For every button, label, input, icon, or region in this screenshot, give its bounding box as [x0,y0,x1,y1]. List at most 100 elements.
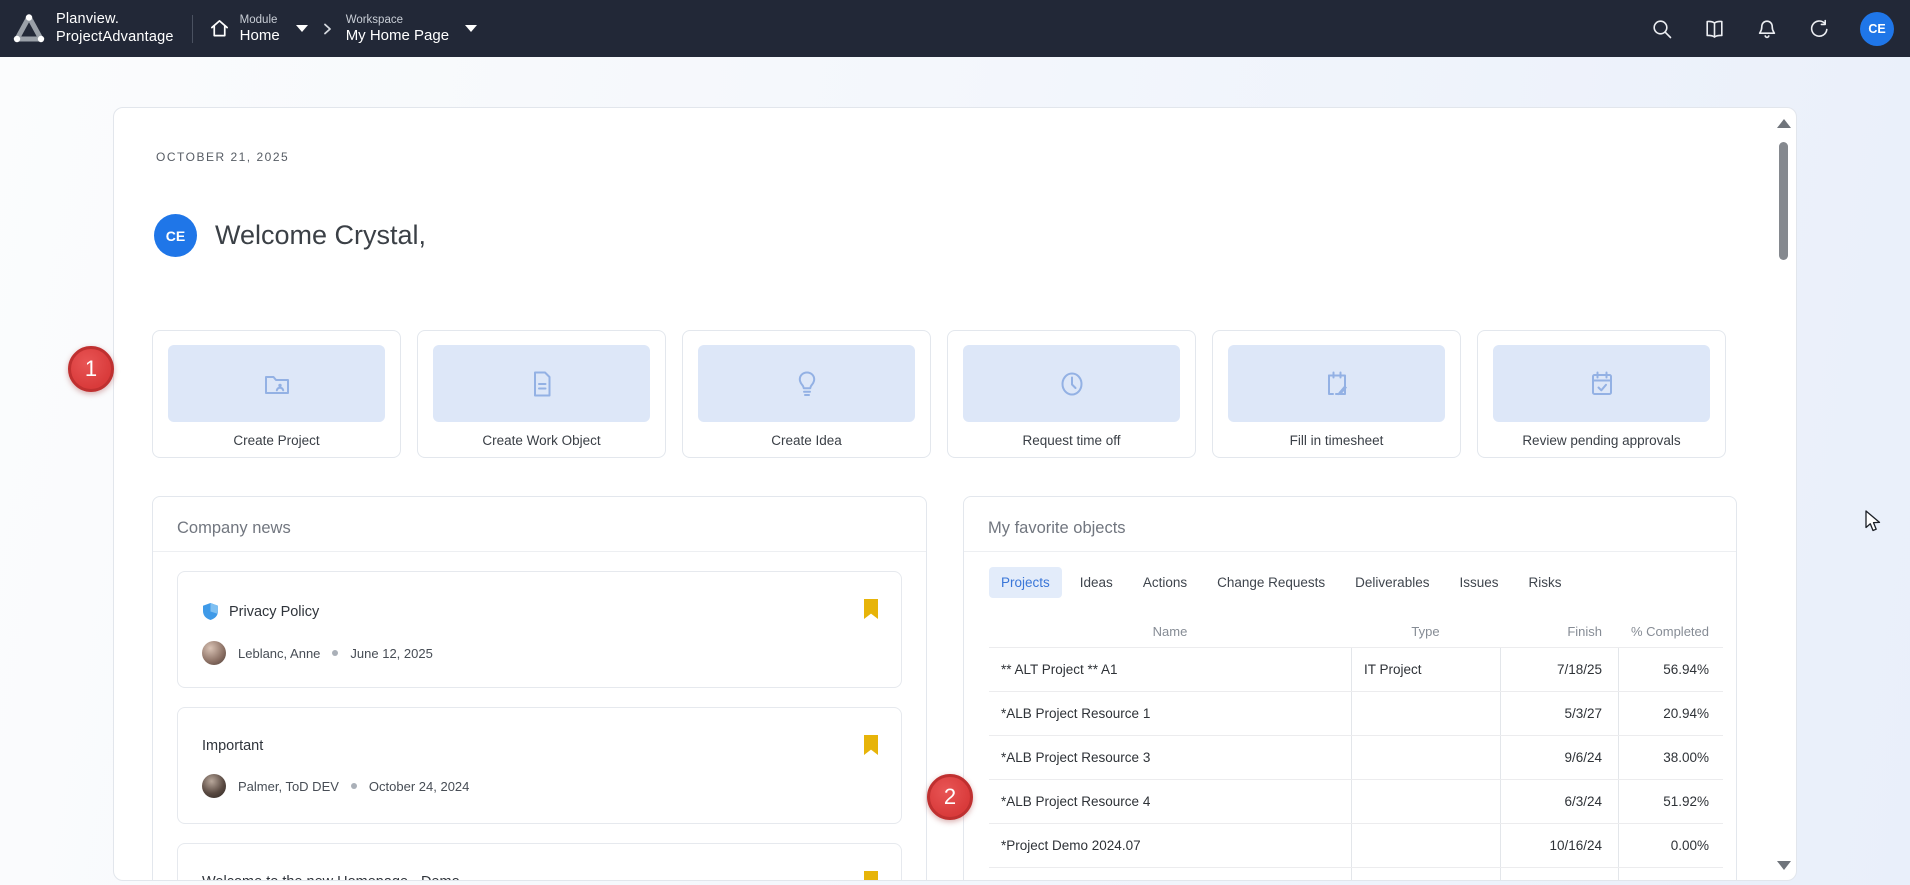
tab-issues[interactable]: Issues [1447,567,1510,598]
author-avatar [202,774,226,798]
create-idea-card[interactable]: Create Idea [682,330,931,458]
create-work-object-card[interactable]: Create Work Object [417,330,666,458]
create-project-card[interactable]: Create Project [152,330,401,458]
cell-name[interactable]: *Project Demo 2024.07 [989,824,1351,867]
bookmark-icon[interactable] [863,598,879,620]
favorite-objects-title: My favorite objects [964,497,1736,552]
scroll-down-arrow-icon[interactable] [1777,861,1791,870]
news-item[interactable]: Welcome to the new Homepage - Demo [177,843,902,881]
navbar-divider [192,15,193,43]
cell-completed: 56.94% [1618,648,1725,691]
brand-logo[interactable]: Planview. ProjectAdvantage [0,11,174,46]
tab-actions[interactable]: Actions [1131,567,1199,598]
column-header-type[interactable]: Type [1351,615,1500,647]
favorite-objects-card: My favorite objects Projects Ideas Actio… [963,496,1737,881]
request-time-off-card[interactable]: Request time off [947,330,1196,458]
author-avatar [202,641,226,665]
quick-action-label: Fill in timesheet [1290,433,1384,448]
tab-risks[interactable]: Risks [1517,567,1574,598]
column-header-completed[interactable]: % Completed [1618,615,1725,647]
planview-home-page: Planview. ProjectAdvantage Module Home [0,0,1910,885]
favorites-table: Name Type Finish % Completed ** ALT Proj… [989,615,1723,881]
cell-name[interactable]: *ALB Project Resource 4 [989,780,1351,823]
cell-name[interactable]: *ALB Project Resource 1 [989,692,1351,735]
vertical-scrollbar[interactable] [1776,116,1791,872]
cell-finish: 7/18/25 [1500,648,1618,691]
workspace-caret-down-icon[interactable] [465,25,477,32]
cell-name[interactable]: ** ALT Project ** A1 [989,648,1351,691]
idea-lightbulb-icon [791,368,823,400]
cell-type [1351,736,1500,779]
welcome-greeting: Welcome Crystal, [215,220,426,251]
quick-action-label: Create Project [233,433,319,448]
tab-change-requests[interactable]: Change Requests [1205,567,1337,598]
brand-text: Planview. ProjectAdvantage [56,11,174,46]
workspace-selector[interactable]: Workspace My Home Page [346,14,477,44]
workspace-value: My Home Page [346,27,449,44]
module-value: Home [240,27,280,44]
current-date: OCTOBER 21, 2025 [156,150,289,164]
privacy-shield-icon [202,602,219,621]
cell-completed: 10.13% [1618,868,1725,881]
brand-line1: Planview. [56,11,174,28]
cell-type: Project 1 [1351,868,1500,881]
search-icon[interactable] [1651,18,1673,40]
request-time-off-tile [963,345,1180,422]
workspace-label: Workspace [346,14,449,26]
refresh-icon[interactable] [1808,18,1830,40]
breadcrumb-chevron-right-icon [320,22,334,36]
bookmark-icon[interactable] [863,734,879,756]
folder-project-icon [261,368,293,400]
cell-finish: 8/2/24 [1500,868,1618,881]
table-row[interactable]: *ALB Project Resource 1 5/3/27 20.94% [989,691,1723,735]
notifications-bell-icon[interactable] [1756,18,1778,40]
news-item[interactable]: Important Palmer, ToD DEV October 24, 20… [177,707,902,824]
welcome-header: CE Welcome Crystal, [154,214,426,257]
cell-completed: 0.00% [1618,824,1725,867]
brand-line2: ProjectAdvantage [56,29,174,46]
navbar-actions: CE [1651,12,1910,46]
company-news-card: Company news Privacy Policy Leblanc, Ann… [152,496,927,881]
table-row[interactable]: ** ALT Project ** A1 IT Project 7/18/25 … [989,647,1723,691]
scroll-up-arrow-icon[interactable] [1777,119,1791,128]
cell-type: IT Project [1351,648,1500,691]
tab-projects[interactable]: Projects [989,567,1062,598]
fill-timesheet-card[interactable]: Fill in timesheet [1212,330,1461,458]
mouse-cursor [1864,510,1886,534]
clock-icon [1056,368,1088,400]
column-header-name[interactable]: Name [989,615,1351,647]
module-caret-down-icon[interactable] [296,25,308,32]
create-project-tile [168,345,385,422]
table-row[interactable]: *Project Demo 2024.07 10/16/24 0.00% [989,823,1723,867]
user-avatar[interactable]: CE [1860,12,1894,46]
cell-name[interactable]: Agile 02 [989,868,1351,881]
timesheet-edit-icon [1321,368,1353,400]
cell-name[interactable]: *ALB Project Resource 3 [989,736,1351,779]
bookmark-icon[interactable] [863,870,879,881]
module-selector[interactable]: Module Home [209,14,308,44]
news-item-title: Welcome to the new Homepage - Demo [202,874,460,881]
approvals-calendar-check-icon [1586,368,1618,400]
cell-type [1351,824,1500,867]
cell-completed: 51.92% [1618,780,1725,823]
create-idea-tile [698,345,915,422]
news-author[interactable]: Leblanc, Anne [238,646,320,661]
table-row[interactable]: Agile 02 Project 1 8/2/24 10.13% [989,867,1723,881]
quick-action-label: Request time off [1022,433,1120,448]
cell-finish: 6/3/24 [1500,780,1618,823]
tab-ideas[interactable]: Ideas [1068,567,1125,598]
news-item[interactable]: Privacy Policy Leblanc, Anne June 12, 20… [177,571,902,688]
scrollbar-thumb[interactable] [1779,142,1788,260]
news-item-byline: Leblanc, Anne June 12, 2025 [202,641,877,665]
company-news-title: Company news [153,497,926,552]
table-row[interactable]: *ALB Project Resource 4 6/3/24 51.92% [989,779,1723,823]
column-header-finish[interactable]: Finish [1500,615,1618,647]
help-book-icon[interactable] [1703,18,1726,40]
news-item-title: Important [202,738,263,754]
cell-completed: 38.00% [1618,736,1725,779]
table-row[interactable]: *ALB Project Resource 3 9/6/24 38.00% [989,735,1723,779]
review-approvals-card[interactable]: Review pending approvals [1477,330,1726,458]
tab-deliverables[interactable]: Deliverables [1343,567,1441,598]
quick-action-label: Create Idea [771,433,842,448]
news-author[interactable]: Palmer, ToD DEV [238,779,339,794]
